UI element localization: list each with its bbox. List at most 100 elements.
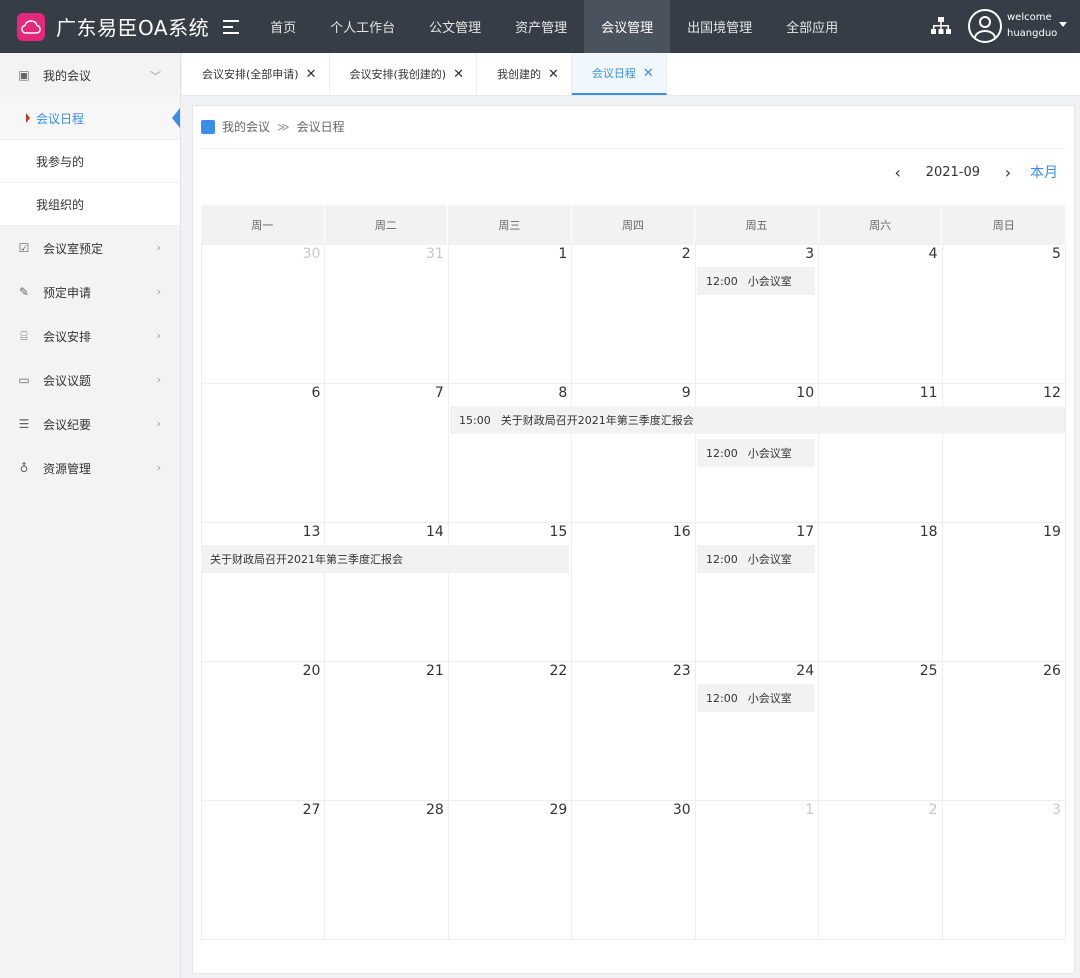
- sidebar-group-my-meetings[interactable]: ▣ 我的会议 ﹀: [0, 53, 180, 97]
- calendar-day[interactable]: 13: [201, 523, 326, 661]
- calendar-day[interactable]: 2: [819, 801, 943, 939]
- calendar-day[interactable]: 19: [943, 523, 1066, 661]
- chevron-left-icon[interactable]: ‹: [890, 163, 906, 182]
- calendar-event[interactable]: 12:00 小会议室: [697, 439, 815, 467]
- sidebar-item-organized[interactable]: 我组织的: [0, 183, 180, 226]
- calendar-day[interactable]: 3: [696, 245, 820, 383]
- chevron-right-icon: ›: [156, 461, 161, 474]
- calendar-day[interactable]: 21: [325, 662, 449, 800]
- calendar-day[interactable]: 23: [572, 662, 696, 800]
- calendar-day[interactable]: 31: [325, 245, 449, 383]
- sidebar-group-topics[interactable]: ▭ 会议议题 ›: [0, 358, 180, 402]
- nav-all-apps[interactable]: 全部应用: [769, 0, 855, 53]
- day-number: 4: [928, 246, 938, 262]
- this-month-button[interactable]: 本月: [1030, 162, 1058, 182]
- calendar-day[interactable]: 1: [696, 801, 820, 939]
- close-icon[interactable]: ✕: [306, 67, 317, 82]
- caret-down-icon[interactable]: [1059, 22, 1067, 27]
- breadcrumb-root[interactable]: 我的会议: [222, 118, 270, 135]
- close-icon[interactable]: ✕: [453, 67, 464, 82]
- chevron-right-icon[interactable]: ›: [1000, 163, 1016, 182]
- sidebar-item-schedule[interactable]: 会议日程: [0, 97, 180, 140]
- calendar-day[interactable]: 3: [943, 801, 1066, 939]
- calendar-day[interactable]: 24: [696, 662, 820, 800]
- sidebar-group-resources[interactable]: ♁ 资源管理 ›: [0, 446, 180, 490]
- calendar-day[interactable]: 30: [201, 245, 326, 383]
- calendar-event[interactable]: 关于财政局召开2021年第三季度汇报会: [201, 545, 569, 573]
- tab-my-arrangements[interactable]: 会议安排(我创建的) ✕: [330, 53, 477, 95]
- calendar-day[interactable]: 29: [449, 801, 573, 939]
- sidebar-item-label: 我参与的: [36, 154, 85, 169]
- calendar-day[interactable]: 30: [572, 801, 696, 939]
- calendar-event[interactable]: 12:00 小会议室: [697, 684, 815, 712]
- nav-meetings[interactable]: 会议管理: [584, 0, 671, 53]
- calendar-day[interactable]: 22: [449, 662, 573, 800]
- close-icon[interactable]: ✕: [548, 67, 559, 82]
- day-number: 26: [1043, 663, 1061, 679]
- calendar-event[interactable]: 12:00 小会议室: [697, 267, 815, 295]
- nav-assets[interactable]: 资产管理: [498, 0, 584, 53]
- calendar-day[interactable]: 2: [572, 245, 696, 383]
- sidebar-item-participated[interactable]: 我参与的: [0, 140, 180, 183]
- calendar-day[interactable]: 9: [572, 384, 696, 522]
- calendar-day[interactable]: 4: [819, 245, 943, 383]
- calendar-day[interactable]: 27: [201, 801, 326, 939]
- nav-overseas[interactable]: 出国境管理: [670, 0, 769, 53]
- tab-all-requests[interactable]: 会议安排(全部申请) ✕: [182, 53, 330, 95]
- calendar-day[interactable]: 8: [449, 384, 573, 522]
- calendar-event[interactable]: 15:00 关于财政局召开2021年第三季度汇报会: [450, 406, 1065, 434]
- calendar-day[interactable]: 18: [819, 523, 943, 661]
- event-time: 12:00: [706, 552, 738, 566]
- menu-toggle-icon[interactable]: [223, 19, 240, 34]
- breadcrumb-current: 会议日程: [296, 120, 345, 134]
- tab-schedule[interactable]: 会议日程 ✕: [571, 53, 667, 95]
- nav-home[interactable]: 首页: [253, 0, 313, 53]
- calendar-day[interactable]: 26: [943, 662, 1066, 800]
- calendar-day[interactable]: 25: [819, 662, 943, 800]
- sidebar-group-minutes[interactable]: ☰ 会议纪要 ›: [0, 402, 180, 446]
- calendar-day[interactable]: 11: [819, 384, 943, 522]
- sidebar-group-room-booking[interactable]: ☑ 会议室预定 ›: [0, 226, 180, 270]
- day-number: 9: [681, 385, 691, 401]
- calendar-day[interactable]: 12: [943, 384, 1066, 522]
- nav-documents[interactable]: 公文管理: [412, 0, 498, 53]
- nav-workbench[interactable]: 个人工作台: [313, 0, 412, 53]
- org-chart-icon[interactable]: [931, 17, 951, 35]
- calendar-day[interactable]: 14: [325, 523, 449, 661]
- calendar-day[interactable]: 6: [201, 384, 326, 522]
- user-info[interactable]: welcome huangduo: [1007, 10, 1057, 42]
- event-title: 小会议室: [747, 447, 792, 460]
- event-title: 关于财政局召开2021年第三季度汇报会: [210, 553, 403, 566]
- sidebar-group-booking-requests[interactable]: ✎ 预定申请 ›: [0, 270, 180, 314]
- calendar-week: 30 31 1 2 3 4 5 12:00 小会议室: [201, 245, 1066, 384]
- day-number: 19: [1043, 524, 1061, 540]
- calendar-day[interactable]: 7: [325, 384, 449, 522]
- chevron-down-icon: ﹀: [150, 70, 161, 83]
- weekday-label: 周日: [942, 205, 1067, 245]
- chevron-right-icon: ›: [156, 329, 161, 342]
- calendar-day[interactable]: 1: [449, 245, 573, 383]
- month-label: 2021-09: [925, 164, 980, 180]
- day-number: 21: [426, 663, 444, 679]
- calendar-day[interactable]: 20: [201, 662, 326, 800]
- tab-my-created[interactable]: 我创建的 ✕: [477, 53, 572, 95]
- document-icon: ☰: [18, 417, 30, 431]
- day-number: 15: [549, 524, 568, 540]
- weekday-label: 周四: [572, 205, 696, 245]
- calendar-day[interactable]: 17: [696, 523, 820, 661]
- weekday-label: 周三: [448, 205, 572, 245]
- calendar-day[interactable]: 16: [572, 523, 696, 661]
- user-avatar-icon[interactable]: [968, 9, 1002, 43]
- close-icon[interactable]: ✕: [643, 66, 654, 81]
- calendar-icon: [201, 119, 215, 134]
- calendar-event[interactable]: 12:00 小会议室: [697, 545, 815, 573]
- calendar-day[interactable]: 28: [325, 801, 449, 939]
- day-number: 3: [805, 246, 815, 262]
- main-nav: 首页 个人工作台 公文管理 资产管理 会议管理 出国境管理 全部应用: [253, 0, 855, 53]
- calendar-day[interactable]: 15: [449, 523, 573, 661]
- sidebar-group-arrangements[interactable]: ⌸ 会议安排 ›: [0, 314, 180, 358]
- calendar-week: 20 21 22 23 24 25 26 12:00 小会议室: [201, 662, 1066, 801]
- event-title: 小会议室: [747, 275, 792, 288]
- month-navigator: ‹ 2021-09 › 本月: [890, 162, 1058, 182]
- calendar-day[interactable]: 5: [943, 245, 1066, 383]
